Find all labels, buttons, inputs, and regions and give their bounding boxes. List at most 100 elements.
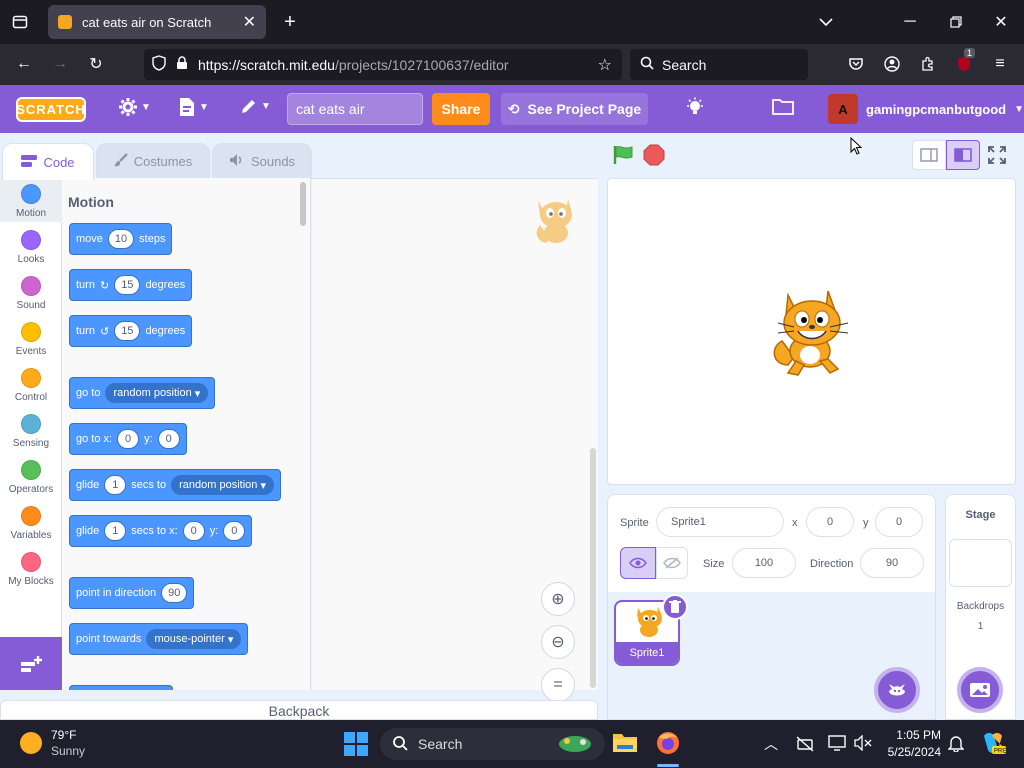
category-sound[interactable]: Sound xyxy=(0,276,62,311)
size-input[interactable]: 100 xyxy=(732,548,796,578)
block-point-towards[interactable]: point towards mouse-pointer ▾ xyxy=(69,623,249,655)
add-extension-button[interactable] xyxy=(0,637,62,690)
direction-input[interactable]: 90 xyxy=(860,548,924,578)
theme-lightbulb-icon[interactable] xyxy=(685,97,705,117)
file-explorer-icon[interactable] xyxy=(612,730,638,757)
delete-sprite-trash-icon[interactable] xyxy=(662,594,688,620)
normal-stage-icon[interactable] xyxy=(946,140,980,170)
tab-costumes[interactable]: Costumes xyxy=(96,143,210,179)
clock-time[interactable]: 1:05 PM xyxy=(885,728,941,742)
reload-icon[interactable]: ↻ xyxy=(86,54,106,74)
forward-icon[interactable]: → xyxy=(50,54,70,74)
zoom-reset-icon[interactable]: = xyxy=(541,668,575,702)
notification-bell-icon[interactable] xyxy=(947,734,965,755)
category-looks[interactable]: Looks xyxy=(0,230,62,265)
block-turn-right[interactable]: turn ↻ 15 degrees xyxy=(69,269,193,301)
project-title-input[interactable]: cat eats air xyxy=(287,93,423,125)
block-dropdown[interactable]: mouse-pointer ▾ xyxy=(146,629,242,649)
script-scrollbar[interactable] xyxy=(590,448,596,688)
zoom-in-icon[interactable]: ⊕ xyxy=(541,582,575,616)
stage-selector-panel[interactable]: Stage Backdrops 1 xyxy=(945,494,1016,720)
weather-temperature[interactable]: 79°F xyxy=(51,728,76,742)
pocket-icon[interactable] xyxy=(846,54,866,74)
chevron-down-icon[interactable] xyxy=(816,12,836,32)
block-move-steps[interactable]: move 10 steps xyxy=(69,223,173,255)
cat-sprite[interactable] xyxy=(768,287,858,382)
lock-icon[interactable] xyxy=(176,56,188,73)
category-sensing[interactable]: Sensing xyxy=(0,414,62,449)
script-area[interactable]: ⊕ ⊖ = xyxy=(312,178,598,702)
block-input[interactable]: 15 xyxy=(114,321,141,341)
hamburger-menu-icon[interactable]: ≡ xyxy=(990,54,1010,74)
restore-icon[interactable] xyxy=(946,12,966,32)
my-stuff-folder-icon[interactable] xyxy=(772,97,794,115)
block-input[interactable]: 10 xyxy=(107,229,135,249)
block-glide-to[interactable]: glide 1 secs to random position ▾ xyxy=(69,469,281,501)
block-partial[interactable] xyxy=(69,685,173,690)
tab-list-icon[interactable] xyxy=(8,12,32,32)
weather-sun-icon[interactable] xyxy=(20,732,42,754)
category-variables[interactable]: Variables xyxy=(0,506,62,541)
category-control[interactable]: Control xyxy=(0,368,62,403)
edit-pencil-icon[interactable]: ▼ xyxy=(240,97,271,115)
copilot-icon[interactable]: PRE xyxy=(980,730,1006,759)
stage-canvas[interactable] xyxy=(607,178,1016,485)
block-go-to-xy[interactable]: go to x: 0 y: 0 xyxy=(69,423,187,455)
block-input[interactable]: 0 xyxy=(223,521,246,541)
browser-search-field[interactable]: Search xyxy=(630,49,808,80)
sprite-name-input[interactable]: Sprite1 xyxy=(656,507,784,537)
block-glide-to-xy[interactable]: glide 1 secs to x: 0 y: 0 xyxy=(69,515,253,547)
block-turn-left[interactable]: turn ↺ 15 degrees xyxy=(69,315,193,347)
taskbar-search[interactable]: Search xyxy=(380,728,605,760)
scratch-logo[interactable]: SCRATCH xyxy=(16,97,86,122)
stage-thumbnail[interactable] xyxy=(949,539,1012,587)
file-menu-icon[interactable]: ▼ xyxy=(178,97,209,117)
block-dropdown[interactable]: random position ▾ xyxy=(105,383,209,403)
browser-tab[interactable]: cat eats air on Scratch ✕ xyxy=(48,5,266,39)
category-motion[interactable]: Motion xyxy=(0,178,62,222)
x-input[interactable]: 0 xyxy=(806,507,854,537)
chevron-up-icon[interactable]: ︿ xyxy=(764,734,778,754)
share-button[interactable]: Share xyxy=(432,93,490,125)
category-events[interactable]: Events xyxy=(0,322,62,357)
windows-start-icon[interactable] xyxy=(344,732,368,759)
extensions-puzzle-icon[interactable] xyxy=(918,54,938,74)
block-input[interactable]: 1 xyxy=(104,521,127,541)
small-stage-icon[interactable] xyxy=(912,140,946,170)
user-menu[interactable]: A gamingpcmanbutgood ▼ xyxy=(828,94,1024,124)
firefox-icon[interactable] xyxy=(655,730,681,759)
backpack[interactable]: Backpack xyxy=(0,700,598,720)
stop-icon[interactable] xyxy=(643,144,665,169)
y-input[interactable]: 0 xyxy=(875,507,923,537)
no-wifi-icon[interactable] xyxy=(796,736,814,755)
zoom-out-icon[interactable]: ⊖ xyxy=(541,625,575,659)
bookmark-star-icon[interactable]: ☆ xyxy=(598,55,612,75)
category-operators[interactable]: Operators xyxy=(0,460,62,495)
close-tab-icon[interactable]: ✕ xyxy=(243,12,256,32)
back-icon[interactable]: ← xyxy=(14,54,34,74)
volume-muted-icon[interactable] xyxy=(854,734,872,754)
block-input[interactable]: 15 xyxy=(114,275,141,295)
shield-icon[interactable] xyxy=(152,55,166,74)
block-input[interactable]: 0 xyxy=(157,429,180,449)
block-input[interactable]: 0 xyxy=(182,521,205,541)
show-sprite-eye-icon[interactable] xyxy=(620,547,656,579)
ublock-icon[interactable]: 1 xyxy=(954,48,976,74)
block-point-in-direction[interactable]: point in direction 90 xyxy=(69,577,195,609)
account-icon[interactable] xyxy=(882,54,902,74)
tab-code[interactable]: Code xyxy=(2,143,94,180)
choose-backdrop-button[interactable] xyxy=(957,667,1003,713)
category-my-blocks[interactable]: My Blocks xyxy=(0,552,62,587)
block-go-to[interactable]: go to random position ▾ xyxy=(69,377,216,409)
display-icon[interactable] xyxy=(828,735,846,754)
see-project-page-button[interactable]: ⟲ See Project Page xyxy=(501,93,648,125)
block-input[interactable]: 90 xyxy=(161,583,188,603)
settings-gear-icon[interactable]: ▼ xyxy=(118,97,151,117)
clock-date[interactable]: 5/25/2024 xyxy=(880,745,941,759)
block-dropdown[interactable]: random position ▾ xyxy=(171,475,274,495)
palette-scrollbar[interactable] xyxy=(300,182,306,226)
fullscreen-icon[interactable] xyxy=(988,146,1006,167)
block-input[interactable]: 0 xyxy=(117,429,140,449)
block-input[interactable]: 1 xyxy=(104,475,127,495)
minimize-icon[interactable]: ─ xyxy=(900,12,920,32)
